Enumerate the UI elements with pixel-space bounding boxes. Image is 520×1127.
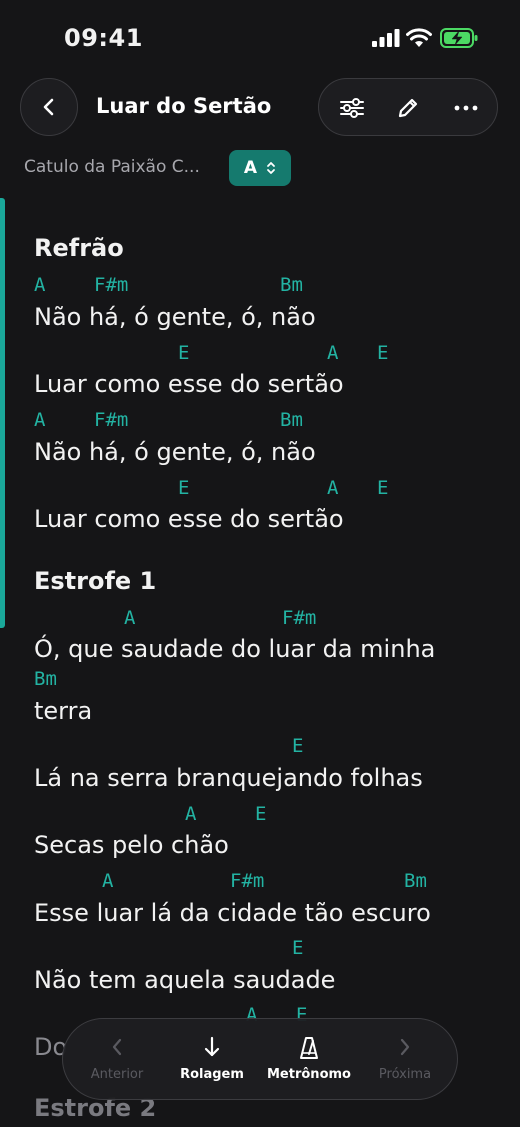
metronome-button[interactable]: Metrônomo [259, 1019, 359, 1099]
metronome-label: Metrônomo [267, 1067, 351, 1082]
up-down-chevron-icon [267, 162, 275, 174]
sliders-icon [340, 98, 364, 118]
lyric-line: Não há, ó gente, ó, não [34, 303, 316, 331]
metronome-icon [300, 1037, 318, 1059]
lyric-line: Lá na serra branquejando folhas [34, 764, 423, 792]
next-song-button[interactable]: Próxima [355, 1019, 455, 1099]
chevron-left-icon [43, 98, 54, 116]
chord: F#m [230, 870, 265, 892]
lyric-line: terra [34, 697, 93, 725]
chord: Bm [280, 409, 303, 431]
playback-toolbar: Anterior Rolagem Metrônomo Próxima [62, 1018, 458, 1100]
section-heading-refrao: Refrão [34, 234, 124, 262]
chevron-right-icon [400, 1038, 410, 1056]
chord: A [34, 274, 46, 296]
chord: Bm [34, 668, 57, 690]
lyric-line: Secas pelo chão [34, 831, 229, 859]
chord: Bm [280, 274, 303, 296]
lyric-line: Luar como esse do sertão [34, 370, 344, 398]
chord: A [102, 870, 114, 892]
more-horizontal-icon [454, 105, 478, 111]
chord: E [255, 803, 267, 825]
lyric-line: Não tem aquela saudade [34, 966, 336, 994]
lyric-line: Luar como esse do sertão [34, 505, 344, 533]
arrow-down-icon [204, 1036, 220, 1057]
status-time: 09:41 [64, 24, 143, 52]
artist-name: Catulo da Paixão C... [24, 157, 200, 177]
chord: E [292, 735, 304, 757]
chord: E [178, 342, 190, 364]
chord: E [377, 477, 389, 499]
auto-scroll-button[interactable]: Rolagem [162, 1019, 262, 1099]
scroll-progress-indicator [0, 198, 5, 628]
header-actions [318, 78, 498, 136]
chord: A [327, 477, 339, 499]
chevron-left-icon [112, 1038, 122, 1056]
status-bar: 09:41 [0, 0, 520, 78]
next-label: Próxima [378, 1067, 432, 1082]
settings-sliders-button[interactable] [337, 93, 367, 123]
section-heading-estrofe-1: Estrofe 1 [34, 567, 157, 595]
chord: A [124, 607, 136, 629]
wifi-icon [406, 28, 432, 47]
chord: F#m [94, 409, 129, 431]
previous-song-button[interactable]: Anterior [67, 1019, 167, 1099]
lyric-line: Ó, que saudade do luar da minha [34, 635, 436, 663]
lyric-line: Esse luar lá da cidade tão escuro [34, 899, 431, 927]
previous-label: Anterior [90, 1067, 144, 1082]
chord: F#m [282, 607, 317, 629]
key-value: A [243, 158, 258, 178]
lyric-line: Não há, ó gente, ó, não [34, 438, 316, 466]
chord: E [292, 937, 304, 959]
chord: A [185, 803, 197, 825]
chord: A [34, 409, 46, 431]
edit-button[interactable] [393, 93, 423, 123]
pencil-icon [398, 98, 418, 118]
chord: E [178, 477, 190, 499]
scroll-label: Rolagem [180, 1067, 244, 1082]
chord: F#m [94, 274, 129, 296]
cellular-signal-icon [372, 29, 400, 47]
chord: E [377, 342, 389, 364]
song-title: Luar do Sertão [96, 94, 272, 118]
back-button[interactable] [20, 78, 78, 136]
battery-charging-icon [440, 28, 478, 48]
chord: Bm [404, 870, 427, 892]
more-options-button[interactable] [451, 93, 481, 123]
key-selector[interactable]: A [229, 150, 291, 186]
chord: A [327, 342, 339, 364]
